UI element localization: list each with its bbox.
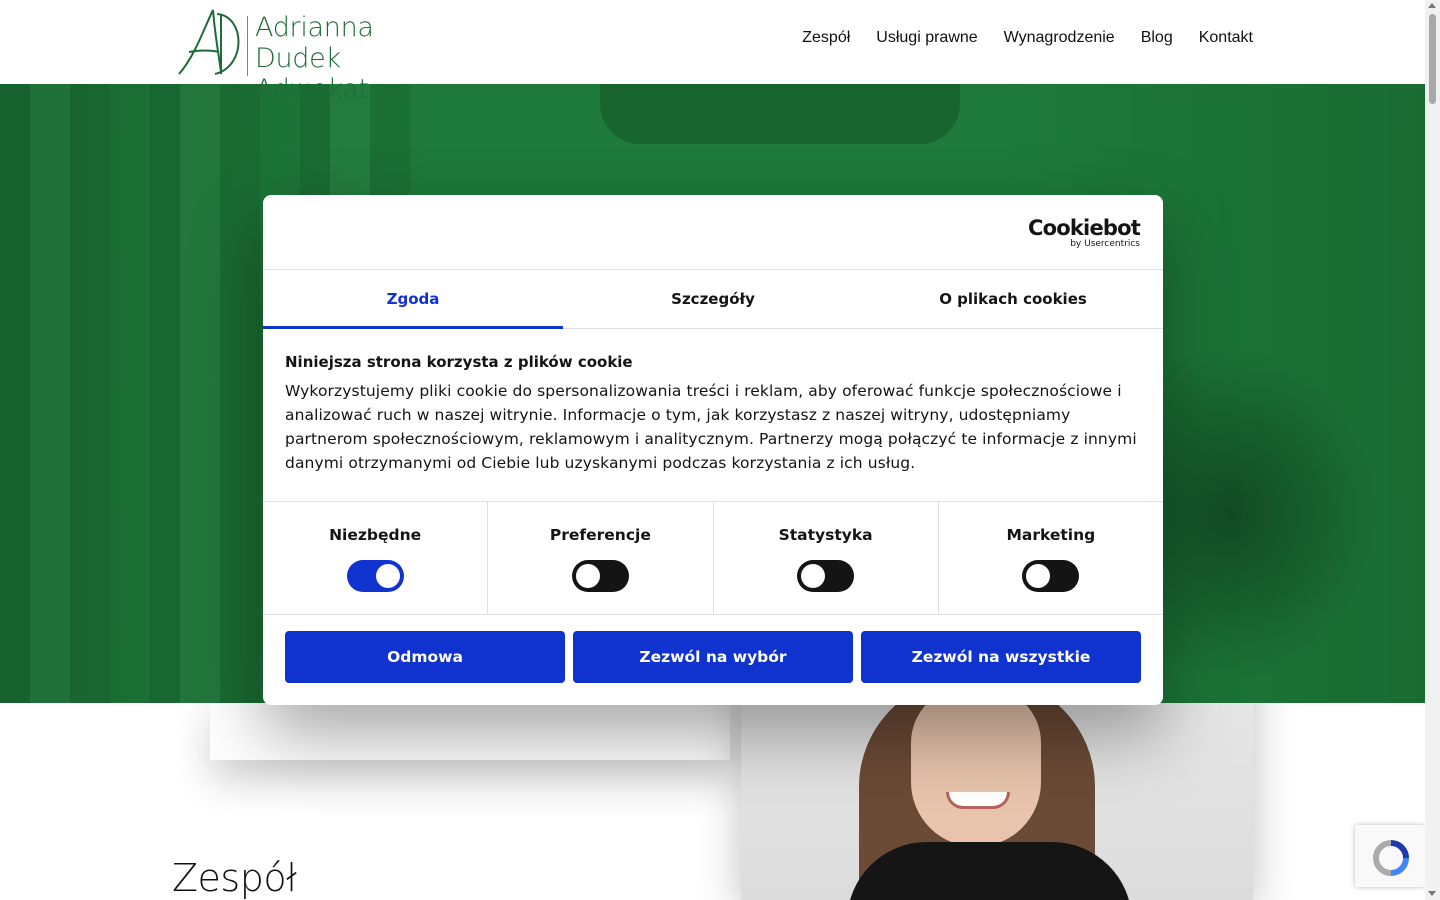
- switch-knob: [1026, 564, 1051, 588]
- toggle-marketing: Marketing: [939, 502, 1163, 614]
- section-title: Zespół: [172, 856, 297, 900]
- statistics-switch[interactable]: [797, 560, 855, 592]
- marketing-switch[interactable]: [1022, 560, 1080, 592]
- dialog-heading: Niniejsza strona korzysta z plików cooki…: [285, 353, 633, 371]
- photo-smile: [946, 792, 1010, 809]
- toggle-necessary: Niezbędne: [263, 502, 489, 614]
- switch-knob: [375, 564, 400, 588]
- toggle-preferences: Preferencje: [488, 502, 714, 614]
- allow-selection-button[interactable]: Zezwól na wybór: [573, 631, 853, 683]
- consent-toggles: Niezbędne Preferencje Statystyka Marketi…: [263, 502, 1163, 615]
- page-scrollbar[interactable]: [1425, 0, 1440, 900]
- nav-link-kontakt[interactable]: Kontakt: [1199, 29, 1253, 47]
- recaptcha-badge[interactable]: [1355, 825, 1425, 887]
- scroll-thumb[interactable]: [1429, 14, 1436, 104]
- nav-link-uslugi-prawne[interactable]: Usługi prawne: [876, 29, 977, 47]
- allow-all-button[interactable]: Zezwól na wszystkie: [861, 631, 1141, 683]
- tab-zgoda[interactable]: Zgoda: [263, 270, 563, 329]
- preferences-switch[interactable]: [571, 560, 629, 592]
- nav-link-blog[interactable]: Blog: [1141, 29, 1173, 47]
- deny-button[interactable]: Odmowa: [285, 631, 565, 683]
- logo-title: Adwokat: [255, 74, 369, 105]
- switch-knob: [801, 564, 826, 588]
- switch-knob: [575, 564, 600, 588]
- dialog-description: Wykorzystujemy pliki cookie do spersonal…: [285, 382, 1137, 472]
- dialog-tabs: Zgoda Szczegóły O plikach cookies: [263, 270, 1163, 329]
- logo-text: Adrianna Dudek Adwokat: [255, 12, 465, 105]
- toggle-label-necessary: Niezbędne: [329, 526, 422, 544]
- monogram-logo-icon: [178, 9, 240, 75]
- dialog-buttons: Odmowa Zezwól na wybór Zezwól na wszystk…: [263, 615, 1163, 699]
- nav-link-zespol[interactable]: Zespół: [802, 29, 850, 47]
- toggle-statistics: Statystyka: [714, 502, 939, 614]
- toggle-label-preferences: Preferencje: [549, 526, 651, 544]
- logo-divider: [247, 16, 248, 76]
- site-header: Adrianna Dudek Adwokat Zespół Usługi pra…: [0, 0, 1425, 105]
- cookie-consent-dialog: Cookiebot by Usercentrics Zgoda Szczegół…: [263, 195, 1163, 705]
- tab-o-plikach-cookies[interactable]: O plikach cookies: [863, 270, 1163, 328]
- cookiebot-logo[interactable]: Cookiebot by Usercentrics: [1028, 216, 1141, 249]
- recaptcha-icon: [1372, 840, 1409, 876]
- tab-szczegoly[interactable]: Szczegóły: [563, 270, 863, 328]
- dialog-header: Cookiebot by Usercentrics: [263, 195, 1163, 270]
- toggle-label-marketing: Marketing: [1006, 526, 1096, 544]
- cookiebot-brand-sub: by Usercentrics: [1070, 239, 1140, 249]
- toggle-label-statistics: Statystyka: [778, 526, 873, 544]
- cookiebot-brand: Cookiebot: [1028, 216, 1141, 240]
- site-logo[interactable]: Adrianna Dudek Adwokat: [175, 6, 465, 105]
- necessary-switch[interactable]: [346, 560, 404, 592]
- photo-jacket: [847, 842, 1132, 900]
- dialog-body: Niniejsza strona korzysta z plików cooki…: [263, 329, 1163, 502]
- logo-name: Adrianna Dudek: [255, 12, 374, 74]
- photo-face: [911, 687, 1041, 847]
- scroll-up-arrow-icon[interactable]: [1428, 3, 1436, 8]
- main-nav: Zespół Usługi prawne Wynagrodzenie Blog …: [802, 29, 1253, 47]
- content-card-shadow: [210, 700, 730, 760]
- nav-link-wynagrodzenie[interactable]: Wynagrodzenie: [1004, 29, 1115, 47]
- scroll-down-arrow-icon[interactable]: [1428, 891, 1436, 896]
